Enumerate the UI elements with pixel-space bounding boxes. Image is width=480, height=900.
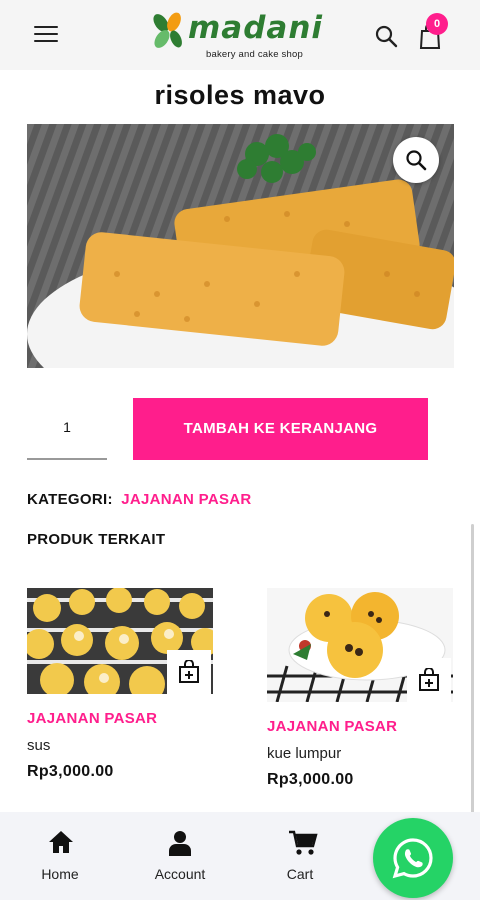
menu-icon[interactable] [34, 26, 58, 44]
product-price: Rp3,000.00 [267, 771, 354, 788]
product-image[interactable] [27, 124, 454, 368]
product-category[interactable]: JAJANAN PASAR [267, 718, 397, 735]
product-name[interactable]: sus [27, 737, 50, 754]
quantity-input[interactable]: 1 [27, 398, 107, 460]
scrollbar[interactable] [471, 524, 474, 814]
related-product-card[interactable]: JAJANAN PASAR kue lumpur Rp3,000.00 [267, 588, 457, 798]
nav-account-label: Account [154, 866, 206, 882]
related-product-card[interactable]: JAJANAN PASAR sus Rp3,000.00 [27, 588, 217, 788]
logo[interactable]: madani bakery and cake shop [150, 8, 330, 62]
brand-name: madani [188, 10, 324, 46]
nav-home-label: Home [41, 866, 79, 882]
product-title: risoles mavo [154, 80, 326, 110]
product-price: Rp3,000.00 [27, 763, 114, 780]
nav-cart-label: Cart [286, 866, 314, 882]
product-name[interactable]: kue lumpur [267, 745, 341, 762]
add-to-cart-icon[interactable] [167, 650, 211, 694]
product-category[interactable]: JAJANAN PASAR [27, 710, 157, 727]
cart-icon [289, 830, 318, 855]
leaf-logo-icon [153, 12, 182, 48]
category-label: KATEGORI: [27, 491, 113, 508]
nav-cart[interactable]: Cart [250, 812, 350, 900]
related-products-title: PRODUK TERKAIT [27, 531, 166, 548]
zoom-icon [406, 150, 427, 171]
whatsapp-button[interactable] [373, 818, 453, 898]
add-to-cart-icon[interactable] [407, 658, 451, 702]
cart-count-badge: 0 [426, 13, 448, 35]
brand-tagline: bakery and cake shop [206, 49, 303, 60]
zoom-button[interactable] [393, 137, 439, 183]
whatsapp-icon [392, 838, 433, 879]
category-row: KATEGORI: JAJANAN PASAR [27, 491, 252, 508]
nav-home[interactable]: Home [10, 812, 110, 900]
home-icon [49, 831, 73, 853]
top-bar: madani bakery and cake shop 0 [0, 0, 480, 70]
add-to-cart-button[interactable]: TAMBAH KE KERANJANG [133, 398, 428, 460]
search-icon[interactable] [374, 24, 398, 48]
user-icon [169, 831, 191, 856]
category-link[interactable]: JAJANAN PASAR [121, 491, 251, 508]
nav-account[interactable]: Account [130, 812, 230, 900]
